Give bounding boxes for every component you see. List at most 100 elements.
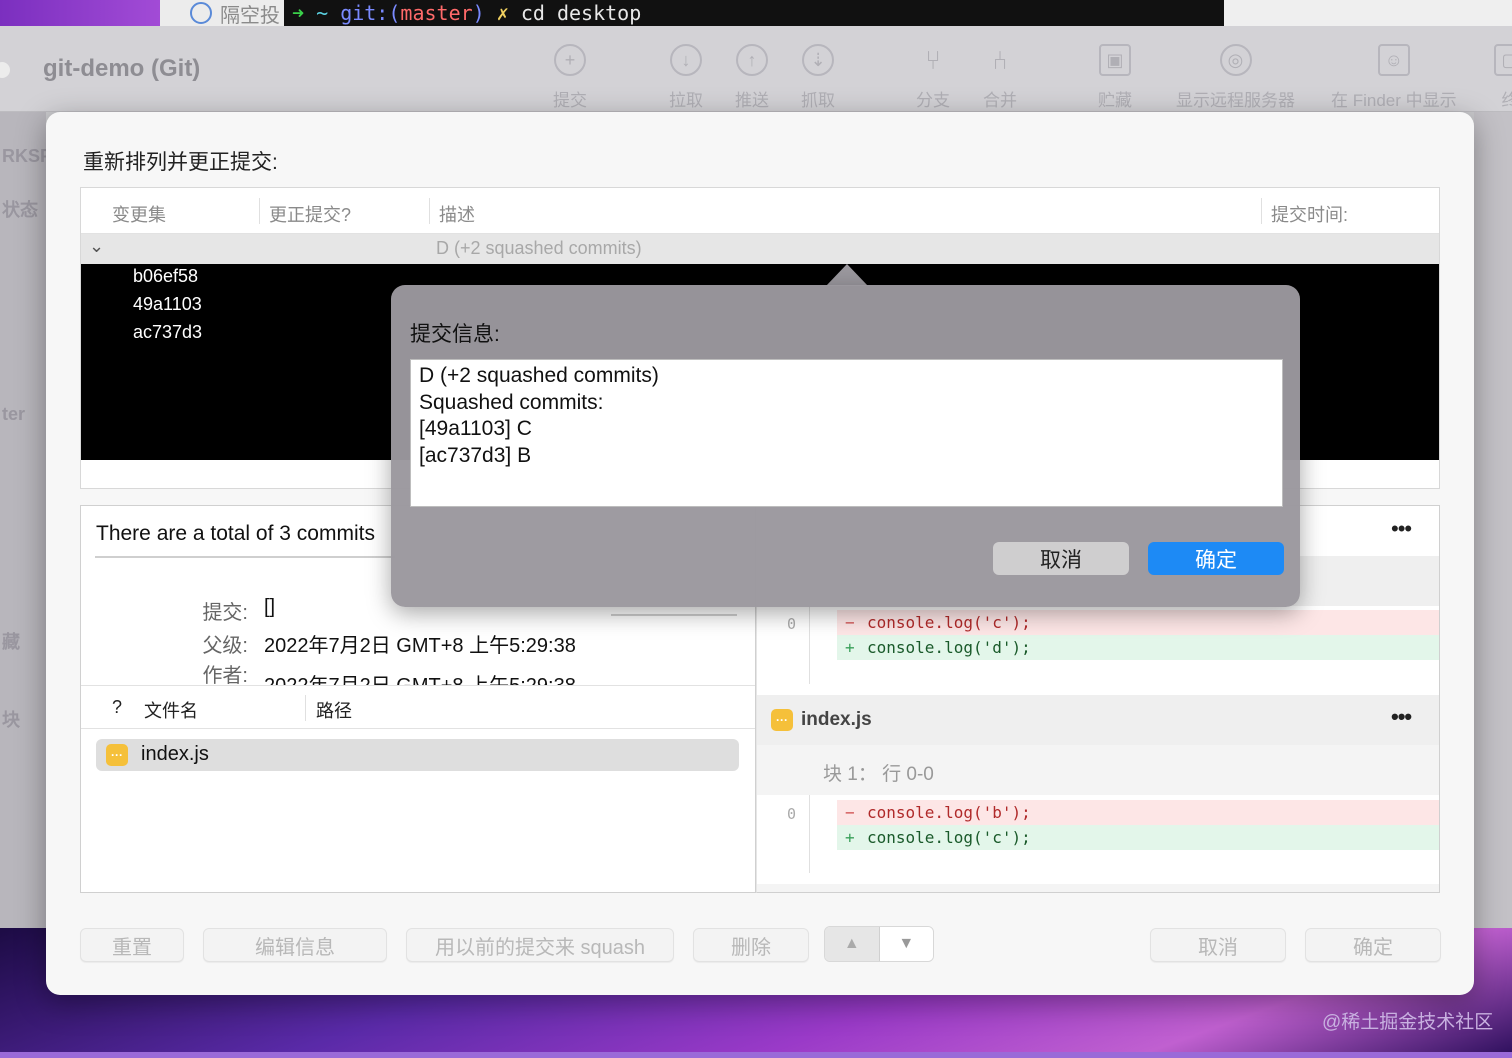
- delete-button[interactable]: 删除: [693, 928, 809, 962]
- main-window-right-area: [1474, 112, 1512, 928]
- diff-sign: +: [845, 638, 855, 657]
- window-control-dot[interactable]: [0, 62, 10, 78]
- prompt-cwd: ~: [316, 1, 329, 25]
- message-line: Squashed commits:: [419, 390, 604, 414]
- commit-row[interactable]: ac737d3: [133, 322, 202, 343]
- finder-icon: ☺: [1377, 44, 1410, 76]
- sidebar-item-filter[interactable]: ter: [2, 404, 25, 425]
- popover-ok-button[interactable]: 确定: [1148, 542, 1284, 575]
- move-up-button[interactable]: ▲: [825, 927, 880, 961]
- move-commit-stepper: ▲ ▼: [824, 926, 934, 962]
- prompt-dirty-mark: ✗: [496, 1, 509, 25]
- airdrop-label: 隔空投: [220, 4, 280, 27]
- column-divider: [429, 198, 430, 224]
- toolbar-terminal-button[interactable]: ▢ 终: [1494, 44, 1512, 111]
- more-options-icon[interactable]: •••: [1391, 516, 1412, 542]
- column-path[interactable]: 路径: [316, 697, 352, 723]
- background-app-airdrop[interactable]: 隔空投: [160, 0, 284, 27]
- squash-with-previous-button[interactable]: 用以前的提交来 squash: [406, 928, 674, 962]
- prompt-git-prefix: git:(: [340, 1, 401, 25]
- move-down-button[interactable]: ▼: [879, 927, 933, 961]
- divider: [611, 614, 737, 616]
- column-filename[interactable]: 文件名: [144, 697, 198, 723]
- squash-group-row[interactable]: ⌄ D (+2 squashed commits): [81, 234, 1439, 264]
- chevron-down-icon[interactable]: ⌄: [89, 236, 104, 257]
- cancel-button[interactable]: 取消: [1150, 928, 1286, 962]
- background-terminal[interactable]: ➜ ~ git:(master) ✗ cd desktop: [284, 0, 1224, 26]
- file-row[interactable]: ··· index.js: [96, 739, 739, 771]
- message-line: [ac737d3] B: [419, 443, 532, 467]
- popover-cancel-button[interactable]: 取消: [993, 542, 1129, 575]
- column-changeset[interactable]: 变更集: [112, 201, 166, 227]
- reset-button[interactable]: 重置: [80, 928, 184, 962]
- commit-row[interactable]: 49a1103: [133, 294, 202, 315]
- toolbar-show-in-finder-button[interactable]: ☺ 在 Finder 中显示: [1331, 44, 1457, 111]
- ok-button[interactable]: 确定: [1305, 928, 1441, 962]
- gutter-divider: [809, 795, 810, 873]
- files-table-header: ? 文件名 路径: [81, 685, 755, 729]
- watermark: @稀土掘金技术社区: [1322, 1012, 1494, 1033]
- toolbar-commit-button[interactable]: + 提交: [553, 44, 587, 111]
- diff-line-removed: − console.log('b');: [837, 800, 1439, 825]
- sidebar-item-status[interactable]: 状态: [2, 196, 38, 222]
- globe-icon: ◎: [1219, 44, 1252, 76]
- prompt-git-suffix: ): [472, 1, 485, 25]
- commit-message-popover: 提交信息: D (+2 squashed commits) Squashed c…: [391, 285, 1300, 607]
- toolbar-label: 拉取: [669, 91, 703, 110]
- toolbar-push-button[interactable]: ↑ 推送: [735, 44, 769, 111]
- toolbar-label: 终: [1501, 91, 1512, 110]
- column-commit-time[interactable]: 提交时间:: [1271, 201, 1348, 227]
- line-number: 0: [787, 805, 797, 823]
- desktop-wallpaper-edge: [0, 1052, 1512, 1058]
- terminal-command: cd desktop: [520, 1, 642, 25]
- sidebar-item-submodule[interactable]: 块: [2, 706, 20, 732]
- column-description[interactable]: 描述: [439, 201, 475, 227]
- window-title: git-demo (Git): [43, 55, 201, 82]
- popover-arrow: [826, 264, 868, 286]
- sidebar-item-stash[interactable]: 藏: [2, 628, 20, 654]
- meta-value: []: [264, 596, 276, 618]
- sidebar-section-workspace[interactable]: RKSP: [2, 146, 52, 167]
- commit-table-header: 变更集 更正提交? 描述 提交时间:: [81, 188, 1439, 234]
- toolbar-label: 推送: [735, 91, 769, 110]
- js-file-icon: ···: [106, 744, 128, 766]
- file-name: index.js: [141, 743, 209, 765]
- sheet-title: 重新排列并更正提交:: [83, 151, 278, 174]
- desktop-wallpaper-top: [0, 0, 160, 26]
- column-status[interactable]: ?: [112, 697, 122, 718]
- push-icon: ↑: [736, 44, 768, 76]
- diff-sign: +: [845, 828, 855, 847]
- column-amend[interactable]: 更正提交?: [269, 201, 351, 227]
- plus-circle-icon: +: [554, 44, 586, 76]
- pull-icon: ↓: [670, 44, 702, 76]
- js-file-icon: ···: [771, 709, 793, 731]
- toolbar-fetch-button[interactable]: ⇣ 抓取: [801, 44, 835, 111]
- diff-sign: −: [845, 803, 855, 822]
- diff-code: console.log('c');: [867, 828, 1031, 847]
- diff-file-header: ··· index.js •••: [757, 695, 1439, 745]
- gutter-divider: [809, 606, 810, 684]
- toolbar-branch-button[interactable]: ⑂ 分支: [916, 44, 950, 111]
- diff-line-added: + console.log('d');: [837, 635, 1439, 660]
- column-divider: [1261, 198, 1262, 224]
- toolbar-label: 抓取: [801, 91, 835, 110]
- toolbar-label: 合并: [983, 91, 1017, 110]
- sidebar: RKSP 状态 ter 藏 块: [0, 112, 52, 928]
- meta-value: 2022年7月2日 GMT+8 上午5:29:38: [264, 635, 576, 657]
- toolbar-pull-button[interactable]: ↓ 拉取: [669, 44, 703, 111]
- hunk-header: 块 1： 行 0-0: [757, 745, 1439, 795]
- commit-message-textarea[interactable]: D (+2 squashed commits) Squashed commits…: [410, 359, 1283, 507]
- toolbar-merge-button[interactable]: ⑃ 合并: [983, 44, 1017, 111]
- diff-code: console.log('b');: [867, 803, 1031, 822]
- toolbar-label: 显示远程服务器: [1176, 91, 1295, 110]
- fetch-icon: ⇣: [802, 44, 834, 76]
- toolbar-show-remote-button[interactable]: ◎ 显示远程服务器: [1176, 44, 1295, 111]
- commit-summary: There are a total of 3 commits: [96, 522, 375, 545]
- toolbar-stash-button[interactable]: ▣ 贮藏: [1098, 44, 1132, 111]
- edit-message-button[interactable]: 编辑信息: [203, 928, 387, 962]
- column-divider: [305, 695, 306, 721]
- commit-row[interactable]: b06ef58: [133, 266, 198, 287]
- more-options-icon[interactable]: •••: [1391, 704, 1412, 730]
- line-number: 0: [787, 615, 797, 633]
- meta-key: 提交:: [202, 602, 248, 624]
